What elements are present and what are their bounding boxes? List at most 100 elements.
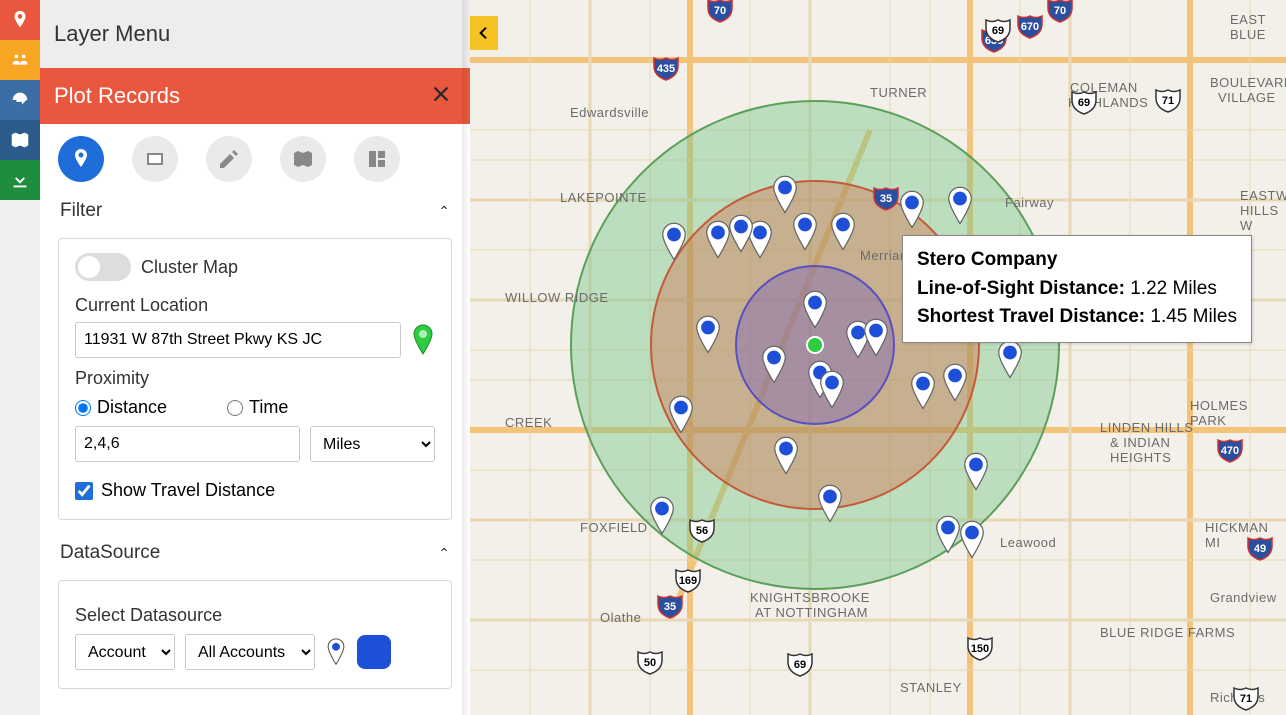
map-pin[interactable]: [945, 186, 975, 226]
highway-badge-icon: 70: [1046, 0, 1074, 24]
plot-panel: Layer Menu Plot Records Filter ⌃ Cluster: [40, 0, 470, 715]
sidebar-tab-download[interactable]: [0, 160, 40, 200]
sidebar-tab-people[interactable]: [0, 40, 40, 80]
filter-card: Cluster Map Current Location Proximity D…: [58, 238, 452, 520]
distance-radio[interactable]: Distance: [75, 397, 167, 418]
chevron-up-icon: ⌃: [438, 203, 450, 220]
highway-badge-icon: 470: [1216, 436, 1244, 464]
time-radio[interactable]: Time: [227, 397, 288, 418]
pin-icon: [325, 638, 347, 666]
svg-text:71: 71: [1162, 95, 1174, 107]
distance-radio-label: Distance: [97, 397, 167, 418]
time-radio-label: Time: [249, 397, 288, 418]
distance-unit-select[interactable]: Miles: [310, 426, 435, 462]
datasource-title: DataSource: [60, 542, 160, 564]
highway-badge-icon: 56: [688, 516, 716, 544]
map-pin[interactable]: [861, 318, 891, 358]
map-pin[interactable]: [693, 315, 723, 355]
highway-badge-icon: 71: [1154, 86, 1182, 114]
close-button[interactable]: [430, 83, 452, 110]
map-pin[interactable]: [961, 452, 991, 492]
map-pin[interactable]: [659, 222, 689, 262]
cluster-map-label: Cluster Map: [141, 257, 238, 278]
map-pin[interactable]: [908, 371, 938, 411]
svg-text:435: 435: [657, 63, 675, 75]
sidebar-tab-territory[interactable]: [0, 120, 40, 160]
map-pin[interactable]: [771, 436, 801, 476]
map-pin[interactable]: [800, 290, 830, 330]
highway-badge-icon: 70: [706, 0, 734, 24]
chevron-up-icon: ⌃: [438, 545, 450, 562]
close-icon: [430, 83, 452, 105]
map-pin[interactable]: [759, 345, 789, 385]
map-pin[interactable]: [790, 212, 820, 252]
map-pin[interactable]: [940, 363, 970, 403]
current-location-marker: [806, 336, 824, 354]
datasource-card: Select Datasource Account All Accounts: [58, 580, 452, 689]
chevron-left-icon: [476, 25, 492, 41]
info-los-key: Line-of-Sight Distance:: [917, 278, 1125, 299]
location-pin-icon: [411, 324, 435, 356]
tool-grid[interactable]: [354, 136, 400, 182]
map-pin[interactable]: [647, 496, 677, 536]
tool-draw[interactable]: [206, 136, 252, 182]
svg-text:71: 71: [1240, 693, 1252, 705]
current-location-input[interactable]: [75, 322, 401, 358]
map-pin[interactable]: [666, 395, 696, 435]
info-los-val: 1.22 Miles: [1125, 278, 1217, 299]
svg-text:70: 70: [1054, 5, 1066, 17]
select-datasource-label: Select Datasource: [75, 605, 435, 626]
highway-badge-icon: 35: [872, 184, 900, 212]
panel-collapse-button[interactable]: [470, 16, 498, 50]
sidebar-tab-direction[interactable]: [0, 80, 40, 120]
show-travel-checkbox[interactable]: [75, 482, 93, 500]
map-pin[interactable]: [828, 212, 858, 252]
distance-radio-input[interactable]: [75, 400, 91, 416]
cluster-map-toggle[interactable]: [75, 253, 131, 281]
datasource-view-select[interactable]: All Accounts: [185, 634, 315, 670]
datasource-entity-select[interactable]: Account: [75, 634, 175, 670]
map-pin[interactable]: [726, 214, 756, 254]
svg-text:470: 470: [1221, 445, 1239, 457]
filter-title: Filter: [60, 200, 102, 222]
svg-text:70: 70: [714, 5, 726, 17]
plot-records-title: Plot Records: [54, 83, 180, 109]
info-trv-key: Shortest Travel Distance:: [917, 306, 1145, 327]
map-pin[interactable]: [897, 190, 927, 230]
highway-badge-icon: 150: [966, 634, 994, 662]
map-pin[interactable]: [957, 520, 987, 560]
svg-text:150: 150: [971, 643, 989, 655]
svg-text:50: 50: [644, 657, 656, 669]
map-pin[interactable]: [817, 370, 847, 410]
highway-badge-icon: 49: [1246, 534, 1274, 562]
map-canvas[interactable]: EdwardsvilleTURNERCOLEMANHIGHLANDSBOULEV…: [470, 0, 1286, 715]
map-pin[interactable]: [815, 484, 845, 524]
svg-text:35: 35: [664, 601, 676, 613]
map-pin[interactable]: [995, 340, 1025, 380]
highway-badge-icon: 69: [984, 16, 1012, 44]
highway-badge-icon: 435: [652, 54, 680, 82]
sidebar-tab-plot[interactable]: [0, 0, 40, 40]
highway-badge-icon: 169: [674, 566, 702, 594]
highway-badge-icon: 670: [1016, 12, 1044, 40]
layer-menu-header: Layer Menu: [40, 0, 470, 68]
tool-territory[interactable]: [280, 136, 326, 182]
highway-badge-icon: 69: [1070, 88, 1098, 116]
map-pin[interactable]: [770, 175, 800, 215]
highway-badge-icon: 50: [636, 648, 664, 676]
distance-values-input[interactable]: [75, 426, 300, 462]
time-radio-input[interactable]: [227, 400, 243, 416]
tool-row: [40, 124, 470, 192]
datasource-section-header[interactable]: DataSource ⌃: [40, 534, 470, 572]
region-icon: [143, 147, 167, 171]
datasource-color-swatch[interactable]: [357, 635, 391, 669]
sidebar-tab-strip: [0, 0, 40, 715]
filter-section-header[interactable]: Filter ⌃: [40, 192, 470, 230]
pin-icon: [69, 147, 93, 171]
svg-text:69: 69: [794, 659, 806, 671]
tool-pin[interactable]: [58, 136, 104, 182]
svg-text:169: 169: [679, 575, 697, 587]
show-travel-checkbox-row[interactable]: Show Travel Distance: [75, 480, 435, 501]
tool-region[interactable]: [132, 136, 178, 182]
layer-menu-title: Layer Menu: [54, 21, 170, 47]
